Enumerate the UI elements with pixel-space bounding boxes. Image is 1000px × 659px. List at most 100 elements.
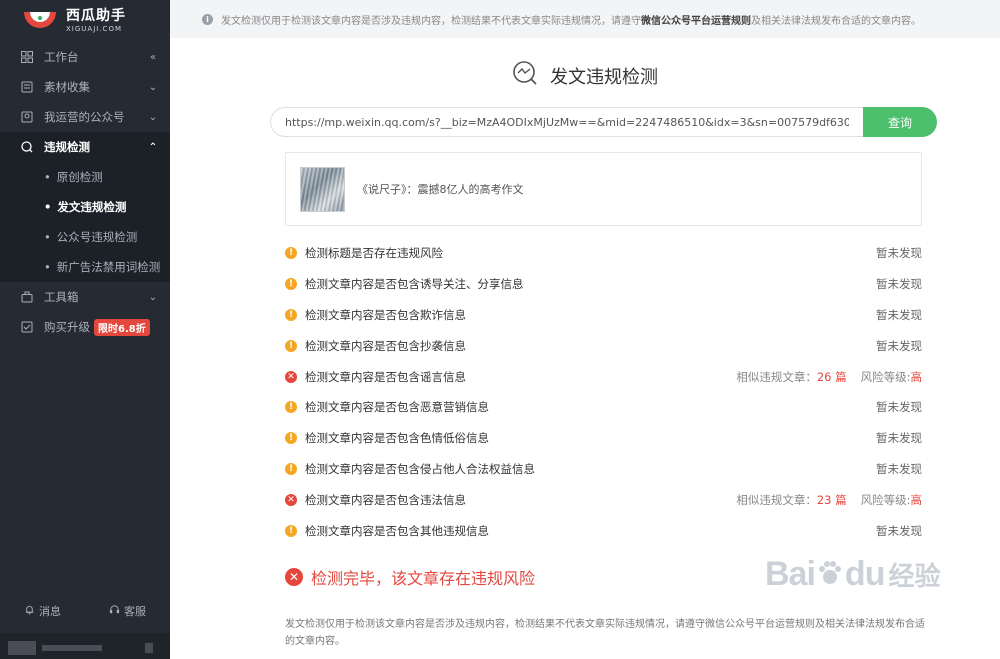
warning-icon: ! — [285, 278, 297, 291]
final-result-text: 检测完毕，该文章存在违规风险 — [311, 569, 536, 588]
check-list: ! 检测标题是否存在违规风险 暂未发现 ! 检测文章内容是否包含诱导关注、分享信… — [285, 238, 922, 546]
check-row: ! 检测标题是否存在违规风险 暂未发现 — [285, 238, 922, 269]
check-result: 暂未发现 — [876, 338, 922, 353]
check-row: ✕ 检测文章内容是否包含违法信息 相似违规文章：23 篇 风险等级:高 — [285, 484, 922, 515]
check-label: 检测文章内容是否包含欺诈信息 — [305, 307, 466, 322]
headset-icon — [109, 604, 120, 618]
account-icon — [20, 110, 34, 124]
upgrade-icon — [20, 320, 34, 334]
similar-violations[interactable]: 相似违规文章：23 篇 — [736, 492, 846, 508]
sidebar-item-upgrade[interactable]: 购买升级 限时6.8折 — [0, 312, 170, 342]
sidebar: 西瓜助手 XIGUAJI.COM 工作台 « 素材收集 ⌄ 我运营的公众号 ⌄ — [0, 0, 170, 659]
check-result: 暂未发现 — [876, 307, 922, 322]
chevron-up-icon: ⌃ — [148, 141, 158, 153]
check-label: 检测文章内容是否包含恶意营销信息 — [305, 400, 489, 415]
info-icon: i — [202, 13, 213, 25]
warning-icon: ! — [285, 524, 297, 537]
warning-icon: ! — [285, 308, 297, 321]
logo[interactable]: 西瓜助手 XIGUAJI.COM — [0, 0, 170, 42]
detect-icon — [20, 140, 34, 154]
check-label: 检测文章内容是否包含色情低俗信息 — [305, 431, 489, 446]
check-row: ! 检测文章内容是否包含诱导关注、分享信息 暂未发现 — [285, 269, 922, 300]
check-label: 检测文章内容是否包含抄袭信息 — [305, 338, 466, 353]
error-icon: ✕ — [285, 568, 303, 586]
messages-label: 消息 — [39, 605, 61, 618]
top-notice-bar: i 发文检测仅用于检测该文章内容是否涉及违规内容，检测结果不代表文章实际违规情况… — [170, 0, 1000, 38]
check-row: ! 检测文章内容是否包含侵占他人合法权益信息 暂未发现 — [285, 454, 922, 485]
risk-level-value: 高 — [910, 369, 923, 384]
similar-count: 26 — [816, 369, 832, 384]
sidebar-subitem-account-violation-detect[interactable]: • 公众号违规检测 — [0, 222, 170, 252]
notice-highlight: 微信公众号平台运营规则 — [641, 15, 751, 27]
check-label: 检测标题是否存在违规风险 — [305, 246, 443, 261]
sidebar-subitem-post-violation-detect[interactable]: • 发文违规检测 — [0, 192, 170, 222]
url-input[interactable] — [270, 107, 863, 137]
user-bar[interactable] — [0, 633, 170, 659]
article-card[interactable]: 《说尺子》：震撼8亿人的高考作文 — [285, 152, 922, 226]
check-label: 检测文章内容是否包含其他违规信息 — [305, 523, 489, 538]
check-label: 检测文章内容是否包含侵占他人合法权益信息 — [305, 461, 535, 476]
final-result: ✕ 检测完毕，该文章存在违规风险 — [285, 565, 535, 589]
check-label: 检测文章内容是否包含谣言信息 — [305, 369, 466, 384]
sidebar-subitem-ad-law-words-detect[interactable]: • 新广告法禁用词检测 — [0, 252, 170, 282]
search-bar: 查询 — [270, 107, 937, 137]
watermelon-logo-icon — [22, 6, 58, 36]
risk-level: 风险等级:高 — [860, 492, 923, 507]
check-result: 暂未发现 — [876, 523, 922, 538]
chevron-down-icon: ⌄ — [148, 81, 158, 93]
customer-service-button[interactable]: 客服 — [109, 603, 146, 619]
check-result: 暂未发现 — [876, 246, 922, 261]
query-button[interactable]: 查询 — [863, 107, 937, 137]
sidebar-item-label: 素材收集 — [44, 80, 90, 94]
notice-text: 发文检测仅用于检测该文章内容是否涉及违规内容，检测结果不代表文章实际违规情况，请… — [221, 15, 921, 27]
sidebar-item-label: 工具箱 — [44, 290, 79, 304]
check-row: ! 检测文章内容是否包含其他违规信息 暂未发现 — [285, 515, 922, 546]
warning-icon: ! — [285, 247, 297, 260]
sidebar-item-materials[interactable]: 素材收集 ⌄ — [0, 72, 170, 102]
bell-icon — [24, 604, 35, 618]
similar-violations[interactable]: 相似违规文章：26 篇 — [736, 369, 846, 385]
article-title[interactable]: 《说尺子》：震撼8亿人的高考作文 — [357, 181, 524, 197]
footer-note: 发文检测仅用于检测该文章内容是否涉及违规内容，检测结果不代表文章实际违规情况，请… — [285, 619, 925, 647]
discount-badge: 限时6.8折 — [94, 318, 150, 336]
check-result: 暂未发现 — [876, 431, 922, 446]
sidebar-item-label: 工作台 — [44, 50, 79, 64]
app-domain: XIGUAJI.COM — [66, 25, 122, 33]
collapse-icon[interactable]: « — [148, 52, 158, 63]
warning-icon: ! — [285, 432, 297, 445]
sidebar-item-violation-detect[interactable]: 违规检测 ⌃ — [0, 132, 170, 162]
main-content: 发文违规检测 查询 《说尺子》：震撼8亿人的高考作文 ! 检测标题是否存在违规风… — [170, 38, 1000, 659]
error-icon: ✕ — [285, 493, 297, 506]
app-name: 西瓜助手 — [66, 8, 126, 24]
risk-level: 风险等级:高 — [860, 369, 923, 384]
sidebar-subitem-label: 发文违规检测 — [57, 200, 127, 214]
check-label: 检测文章内容是否包含违法信息 — [305, 492, 466, 507]
article-thumbnail — [300, 166, 345, 212]
messages-button[interactable]: 消息 — [24, 603, 61, 619]
sidebar-subitem-label: 原创检测 — [56, 170, 103, 184]
sidebar-item-label: 我运营的公众号 — [44, 110, 125, 124]
logout-icon[interactable] — [145, 643, 153, 653]
chevron-down-icon: ⌄ — [148, 291, 158, 303]
warning-icon: ! — [285, 401, 297, 414]
check-row: ! 检测文章内容是否包含恶意营销信息 暂未发现 — [285, 392, 922, 423]
page-title-text: 发文违规检测 — [550, 66, 658, 88]
dashboard-icon — [20, 50, 34, 64]
check-result: 暂未发现 — [876, 277, 922, 292]
sidebar-subitem-original-detect[interactable]: • 原创检测 — [0, 162, 170, 192]
check-row: ✕ 检测文章内容是否包含谣言信息 相似违规文章：26 篇 风险等级:高 — [285, 361, 922, 392]
sidebar-item-label: 违规检测 — [44, 140, 90, 154]
check-result: 暂未发现 — [876, 400, 922, 415]
risk-level-value: 高 — [910, 492, 923, 507]
sidebar-item-dashboard[interactable]: 工作台 « — [0, 42, 170, 72]
sidebar-item-label: 购买升级 — [44, 320, 90, 334]
avatar — [8, 641, 36, 655]
sidebar-nav: 工作台 « 素材收集 ⌄ 我运营的公众号 ⌄ 违规检测 ⌃ • 原创检测 • 发… — [0, 42, 170, 342]
sidebar-item-toolbox[interactable]: 工具箱 ⌄ — [0, 282, 170, 312]
sidebar-item-my-accounts[interactable]: 我运营的公众号 ⌄ — [0, 102, 170, 132]
chevron-down-icon: ⌄ — [148, 111, 158, 123]
material-icon — [20, 80, 34, 94]
warning-icon: ! — [285, 339, 297, 352]
check-row: ! 检测文章内容是否包含欺诈信息 暂未发现 — [285, 300, 922, 331]
toolbox-icon — [20, 290, 34, 304]
